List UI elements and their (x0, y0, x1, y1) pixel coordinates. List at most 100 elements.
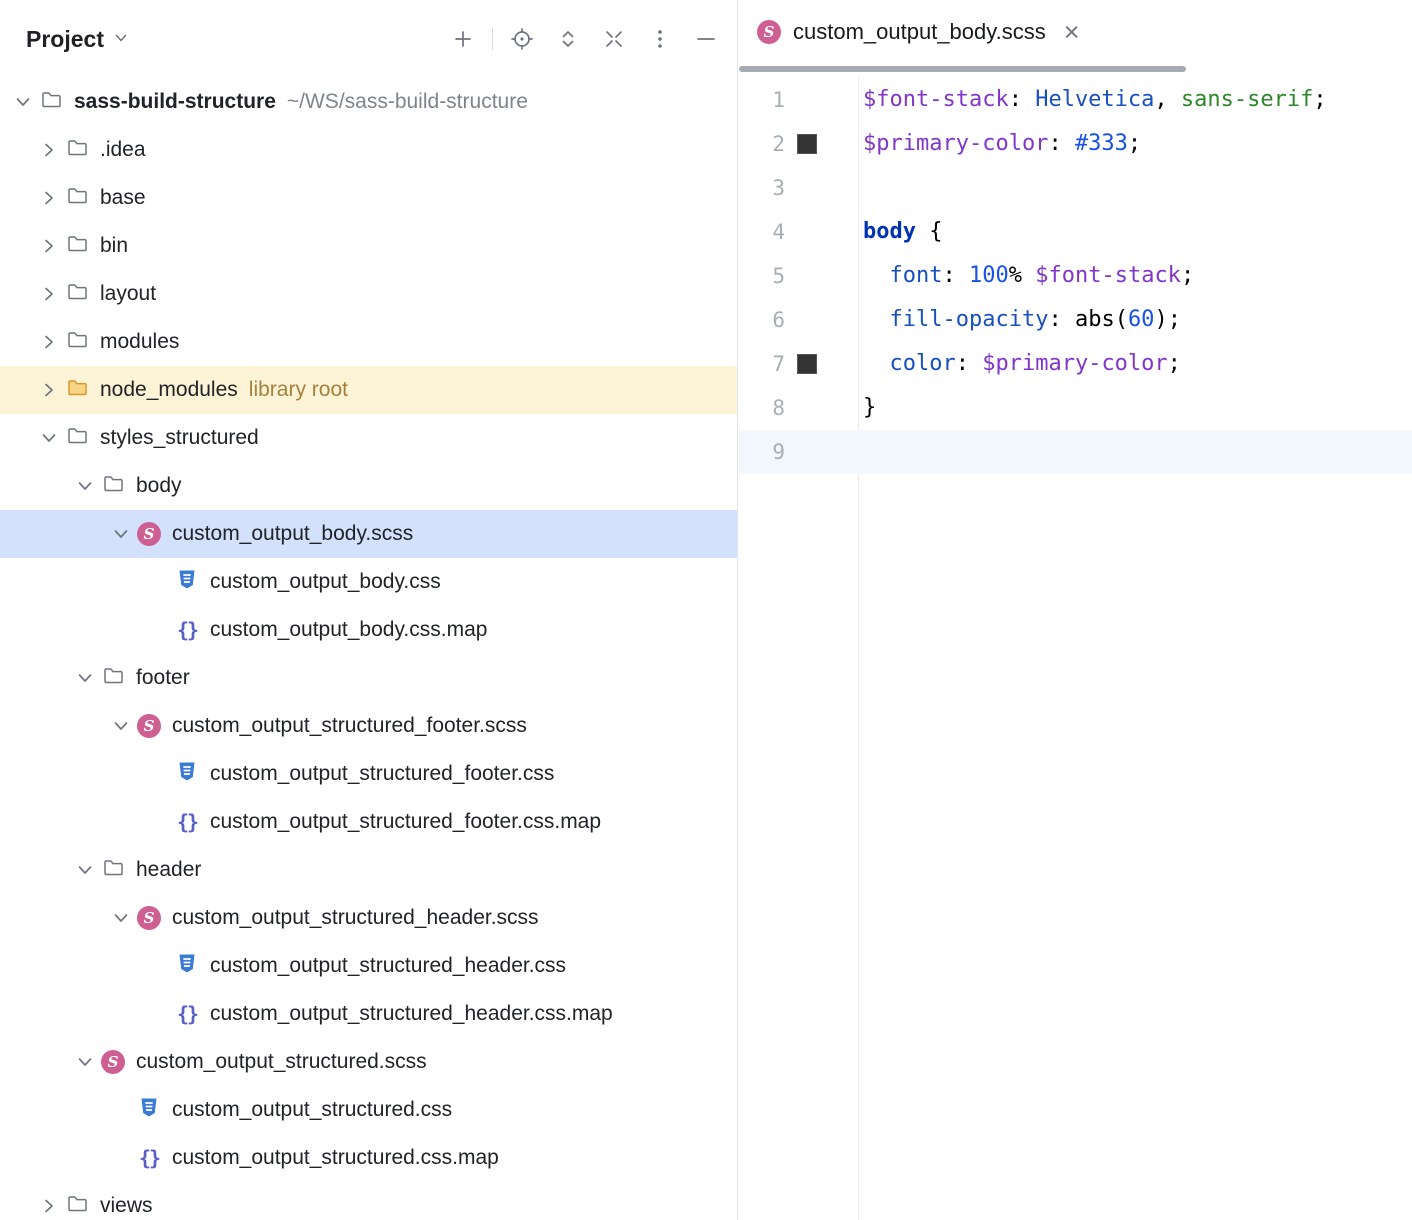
project-view-selector[interactable]: Project (26, 26, 130, 53)
tree-row[interactable]: body (0, 462, 737, 510)
chevron-right-icon[interactable] (34, 222, 64, 270)
code-line[interactable]: 6 fill-opacity: abs(60); (739, 298, 1412, 342)
add-icon[interactable] (446, 22, 480, 56)
editor[interactable]: S custom_output_body.scss × 1 $font-stac… (739, 0, 1412, 1220)
library-folder-icon (66, 376, 89, 405)
tree-row[interactable]: footer (0, 654, 737, 702)
folder-icon (102, 664, 125, 693)
code-line[interactable]: 2 $primary-color: #333; (739, 122, 1412, 166)
tree-row[interactable]: {} custom_output_structured_footer.css.m… (0, 798, 737, 846)
tree-row[interactable]: {} custom_output_body.css.map (0, 606, 737, 654)
tree-item-label: layout (100, 282, 156, 306)
tree-row[interactable]: {} custom_output_structured_header.css.m… (0, 990, 737, 1038)
tree-row[interactable]: layout (0, 270, 737, 318)
code-line[interactable]: 8 } (739, 386, 1412, 430)
folder-icon (66, 280, 89, 309)
tree-row[interactable]: modules (0, 318, 737, 366)
color-preview-swatch[interactable] (797, 134, 817, 154)
expand-all-icon[interactable] (551, 22, 585, 56)
tree-row[interactable]: custom_output_structured_footer.css (0, 750, 737, 798)
chevron-down-icon[interactable] (70, 462, 100, 510)
chevron-spacer (106, 1086, 136, 1134)
tree-row[interactable]: S custom_output_structured.scss (0, 1038, 737, 1086)
tree-item-label: header (136, 858, 201, 882)
tree-item-label: footer (136, 666, 190, 690)
collapse-all-icon[interactable] (597, 22, 631, 56)
sourcemap-file-icon: {} (177, 1002, 197, 1026)
tree-row[interactable]: S custom_output_structured_header.scss (0, 894, 737, 942)
tree-item-label: modules (100, 330, 179, 354)
tree-row[interactable]: styles_structured (0, 414, 737, 462)
chevron-down-icon[interactable] (34, 414, 64, 462)
folder-icon (66, 328, 89, 357)
code-line[interactable]: 9 (739, 430, 1412, 474)
code-line[interactable]: 3 (739, 166, 1412, 210)
code-area[interactable]: 1 $font-stack: Helvetica, sans-serif; 2 … (739, 78, 1412, 1220)
tree-row[interactable]: sass-build-structure~/WS/sass-build-stru… (0, 78, 737, 126)
tree-row[interactable]: node_moduleslibrary root (0, 366, 737, 414)
chevron-right-icon[interactable] (34, 126, 64, 174)
code-line[interactable]: 7 color: $primary-color; (739, 342, 1412, 386)
chevron-down-icon[interactable] (106, 702, 136, 750)
tree-item-label: views (100, 1194, 153, 1218)
code-line[interactable]: 1 $font-stack: Helvetica, sans-serif; (739, 78, 1412, 122)
locate-icon[interactable] (505, 22, 539, 56)
tree-row[interactable]: S custom_output_body.scss (0, 510, 737, 558)
chevron-down-icon[interactable] (106, 894, 136, 942)
line-number: 8 (739, 386, 785, 430)
code-line[interactable]: 4 body { (739, 210, 1412, 254)
code-line[interactable]: 5 font: 100% $font-stack; (739, 254, 1412, 298)
line-number: 5 (739, 254, 785, 298)
folder-icon (40, 88, 63, 117)
chevron-spacer (144, 750, 174, 798)
css-file-icon (137, 1095, 161, 1125)
sass-file-icon: S (137, 906, 161, 930)
hide-icon[interactable] (689, 22, 723, 56)
chevron-down-icon[interactable] (70, 654, 100, 702)
chevron-right-icon[interactable] (34, 270, 64, 318)
tree-row[interactable]: .idea (0, 126, 737, 174)
chevron-spacer (144, 942, 174, 990)
tree-item-label: custom_output_structured.scss (136, 1050, 427, 1074)
chevron-spacer (144, 990, 174, 1038)
code-text: body { (863, 210, 1412, 254)
chevron-right-icon[interactable] (34, 1182, 64, 1220)
project-tree: sass-build-structure~/WS/sass-build-stru… (0, 78, 737, 1220)
css-file-icon (175, 951, 199, 981)
tree-row[interactable]: views (0, 1182, 737, 1220)
chevron-right-icon[interactable] (34, 174, 64, 222)
css-file-icon (175, 567, 199, 597)
more-icon[interactable] (643, 22, 677, 56)
tree-item-label: custom_output_structured_footer.css (210, 762, 554, 786)
sourcemap-file-icon: {} (139, 1146, 159, 1170)
chevron-right-icon[interactable] (34, 318, 64, 366)
sourcemap-file-icon: {} (177, 810, 197, 834)
chevron-right-icon[interactable] (34, 366, 64, 414)
line-number: 4 (739, 210, 785, 254)
tab-custom-output-body-scss[interactable]: S custom_output_body.scss × (739, 0, 1098, 64)
line-number: 3 (739, 166, 785, 210)
chevron-down-icon[interactable] (70, 1038, 100, 1086)
line-number: 7 (739, 342, 785, 386)
chevron-spacer (106, 1134, 136, 1182)
code-text: fill-opacity: abs(60); (863, 298, 1412, 342)
close-icon[interactable]: × (1058, 19, 1086, 46)
chevron-down-icon[interactable] (70, 846, 100, 894)
chevron-down-icon[interactable] (8, 78, 38, 126)
tree-row[interactable]: custom_output_body.css (0, 558, 737, 606)
horizontal-scrollbar[interactable] (739, 66, 1186, 72)
tree-row[interactable]: custom_output_structured.css (0, 1086, 737, 1134)
color-preview-swatch[interactable] (797, 354, 817, 374)
tree-row[interactable]: base (0, 174, 737, 222)
tree-row[interactable]: S custom_output_structured_footer.scss (0, 702, 737, 750)
tree-row[interactable]: {} custom_output_structured.css.map (0, 1134, 737, 1182)
project-panel: Project sass-build-structure~/WS/sass-bu… (0, 0, 738, 1220)
tree-row[interactable]: bin (0, 222, 737, 270)
line-number: 6 (739, 298, 785, 342)
code-text: $primary-color: #333; (863, 122, 1412, 166)
tree-item-label: custom_output_structured.css.map (172, 1146, 499, 1170)
project-toolbar (446, 22, 723, 56)
chevron-down-icon[interactable] (106, 510, 136, 558)
tree-row[interactable]: header (0, 846, 737, 894)
tree-row[interactable]: custom_output_structured_header.css (0, 942, 737, 990)
